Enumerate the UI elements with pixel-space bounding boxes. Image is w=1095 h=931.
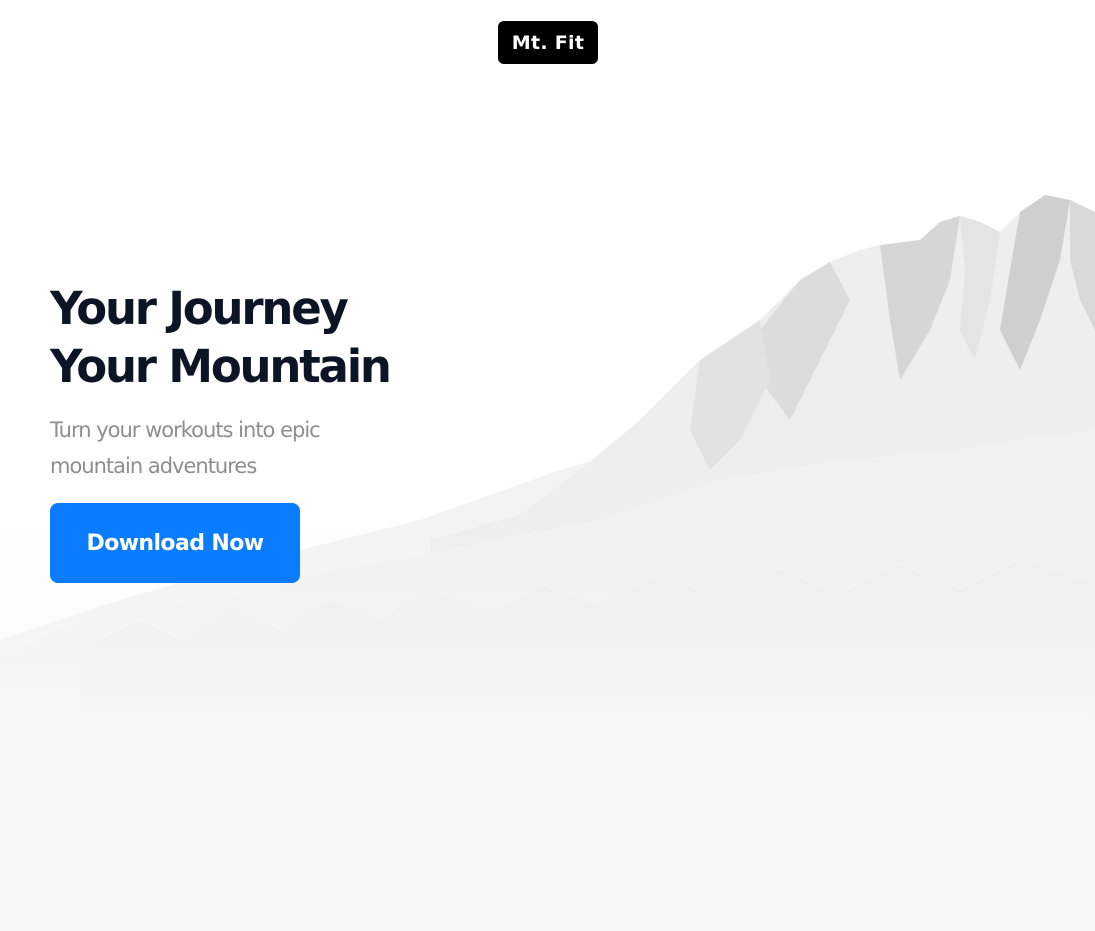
brand-logo[interactable]: Mt. Fit (498, 21, 598, 64)
hero-headline: Your Journey Your Mountain (50, 280, 470, 396)
hero-subheading: Turn your workouts into epic mountain ad… (50, 418, 321, 478)
headline-line-1: Your Journey (50, 282, 349, 335)
download-now-button[interactable]: Download Now (50, 503, 300, 583)
headline-line-2: Your Mountain (50, 340, 392, 393)
hero-section: Your Journey Your Mountain Turn your wor… (50, 280, 470, 484)
